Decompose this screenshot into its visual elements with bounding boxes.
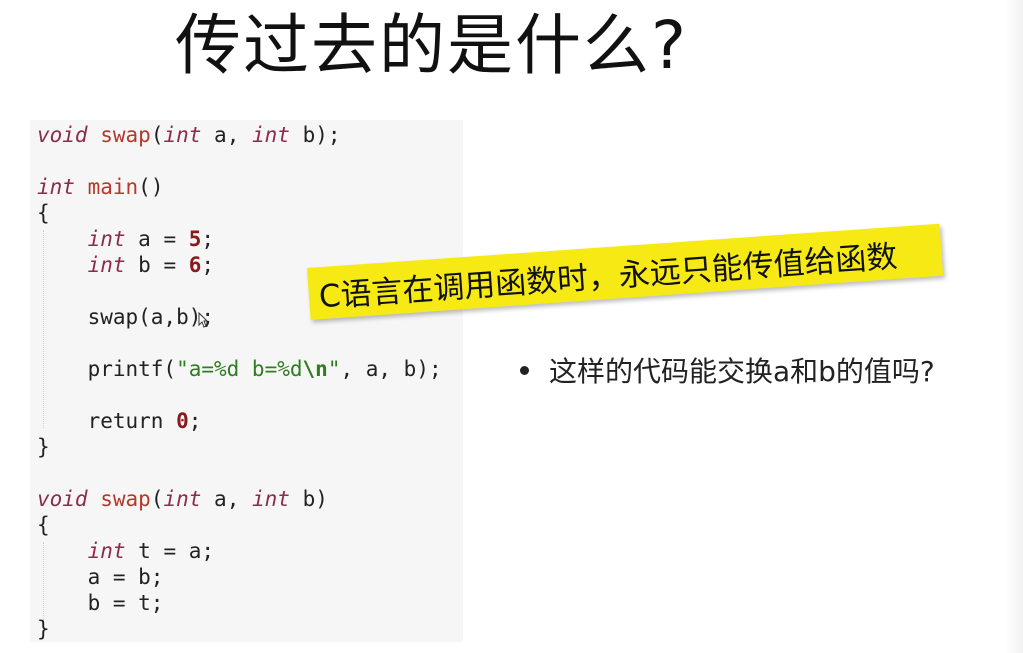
code-line: b = t; bbox=[37, 590, 442, 616]
code-token-plain: a, bbox=[201, 123, 252, 147]
code-token-plain: () bbox=[138, 175, 164, 199]
code-token-str: " bbox=[327, 357, 341, 381]
code-token-kw: int bbox=[251, 123, 290, 147]
code-token-kw: int bbox=[87, 539, 126, 563]
slide-title: 传过去的是什么? bbox=[175, 7, 689, 84]
code-token-plain: ( bbox=[150, 487, 164, 511]
code-token-kw: int bbox=[87, 253, 126, 277]
code-token-plain: b); bbox=[289, 123, 341, 147]
code-line: printf("a=%d b=%d\n", a, b); bbox=[37, 356, 442, 382]
code-line: { bbox=[37, 512, 442, 538]
bullet-dot-icon bbox=[520, 365, 529, 375]
code-line: a = b; bbox=[37, 564, 442, 590]
code-line: int main() bbox=[37, 174, 442, 200]
code-token-esc: \n bbox=[302, 357, 328, 381]
code-token-plain: ; bbox=[201, 227, 215, 251]
code-token-plain: ; bbox=[201, 253, 215, 277]
mouse-cursor-icon bbox=[198, 312, 208, 328]
code-token-str: "a=%d b=%d bbox=[176, 357, 303, 381]
bullet-item: 这样的代码能交换a和b的值吗? bbox=[520, 350, 935, 390]
code-line: { bbox=[37, 200, 442, 226]
code-token-plain: ( bbox=[150, 123, 164, 147]
code-token-fn: swap bbox=[100, 123, 151, 147]
code-line: int a = 5; bbox=[37, 226, 442, 252]
code-token-plain: return bbox=[37, 409, 177, 433]
code-token-plain: b = t; bbox=[37, 591, 164, 615]
code-token-plain: } bbox=[37, 617, 50, 641]
bullet-text: 这样的代码能交换a和b的值吗? bbox=[549, 355, 935, 388]
code-block: void swap(int a, int b); int main(){ int … bbox=[37, 122, 442, 642]
code-token-plain: } bbox=[37, 435, 50, 459]
code-line: } bbox=[37, 434, 442, 460]
code-line: int t = a; bbox=[37, 538, 442, 564]
code-token-fn: swap bbox=[100, 487, 151, 511]
code-line: } bbox=[37, 616, 442, 642]
code-token-plain: swap(a,b); bbox=[37, 305, 215, 329]
code-token-plain: a = bbox=[125, 227, 189, 251]
code-token-kw: int bbox=[37, 175, 75, 199]
code-token-kw: int bbox=[87, 227, 126, 251]
window-edge-shadow bbox=[1005, 0, 1023, 653]
code-token-num: 0 bbox=[176, 409, 189, 433]
code-token-plain: t = a; bbox=[125, 539, 215, 563]
code-token-kw: int bbox=[163, 123, 202, 147]
code-token-plain: b = bbox=[125, 253, 189, 277]
code-token-plain: , a, b); bbox=[340, 357, 442, 381]
code-token-plain: a = b; bbox=[37, 565, 164, 589]
code-token-plain: b) bbox=[289, 487, 328, 511]
code-token-num: 5 bbox=[188, 227, 202, 251]
code-token-kw: int bbox=[251, 487, 290, 511]
code-line: return 0; bbox=[37, 408, 442, 434]
code-token-num: 6 bbox=[188, 253, 202, 277]
code-token-kw: int bbox=[163, 487, 202, 511]
code-token-plain: printf( bbox=[37, 357, 177, 381]
code-token-plain: ; bbox=[188, 409, 202, 433]
code-token-plain: a, bbox=[201, 487, 252, 511]
code-token-kw: void bbox=[37, 487, 88, 511]
code-token-plain: { bbox=[37, 513, 50, 537]
code-token-fn: main bbox=[87, 175, 139, 199]
code-token-kw: void bbox=[37, 123, 88, 147]
code-line: void swap(int a, int b) bbox=[37, 486, 442, 512]
code-token-plain: { bbox=[37, 201, 50, 225]
code-line: void swap(int a, int b); bbox=[37, 122, 442, 148]
